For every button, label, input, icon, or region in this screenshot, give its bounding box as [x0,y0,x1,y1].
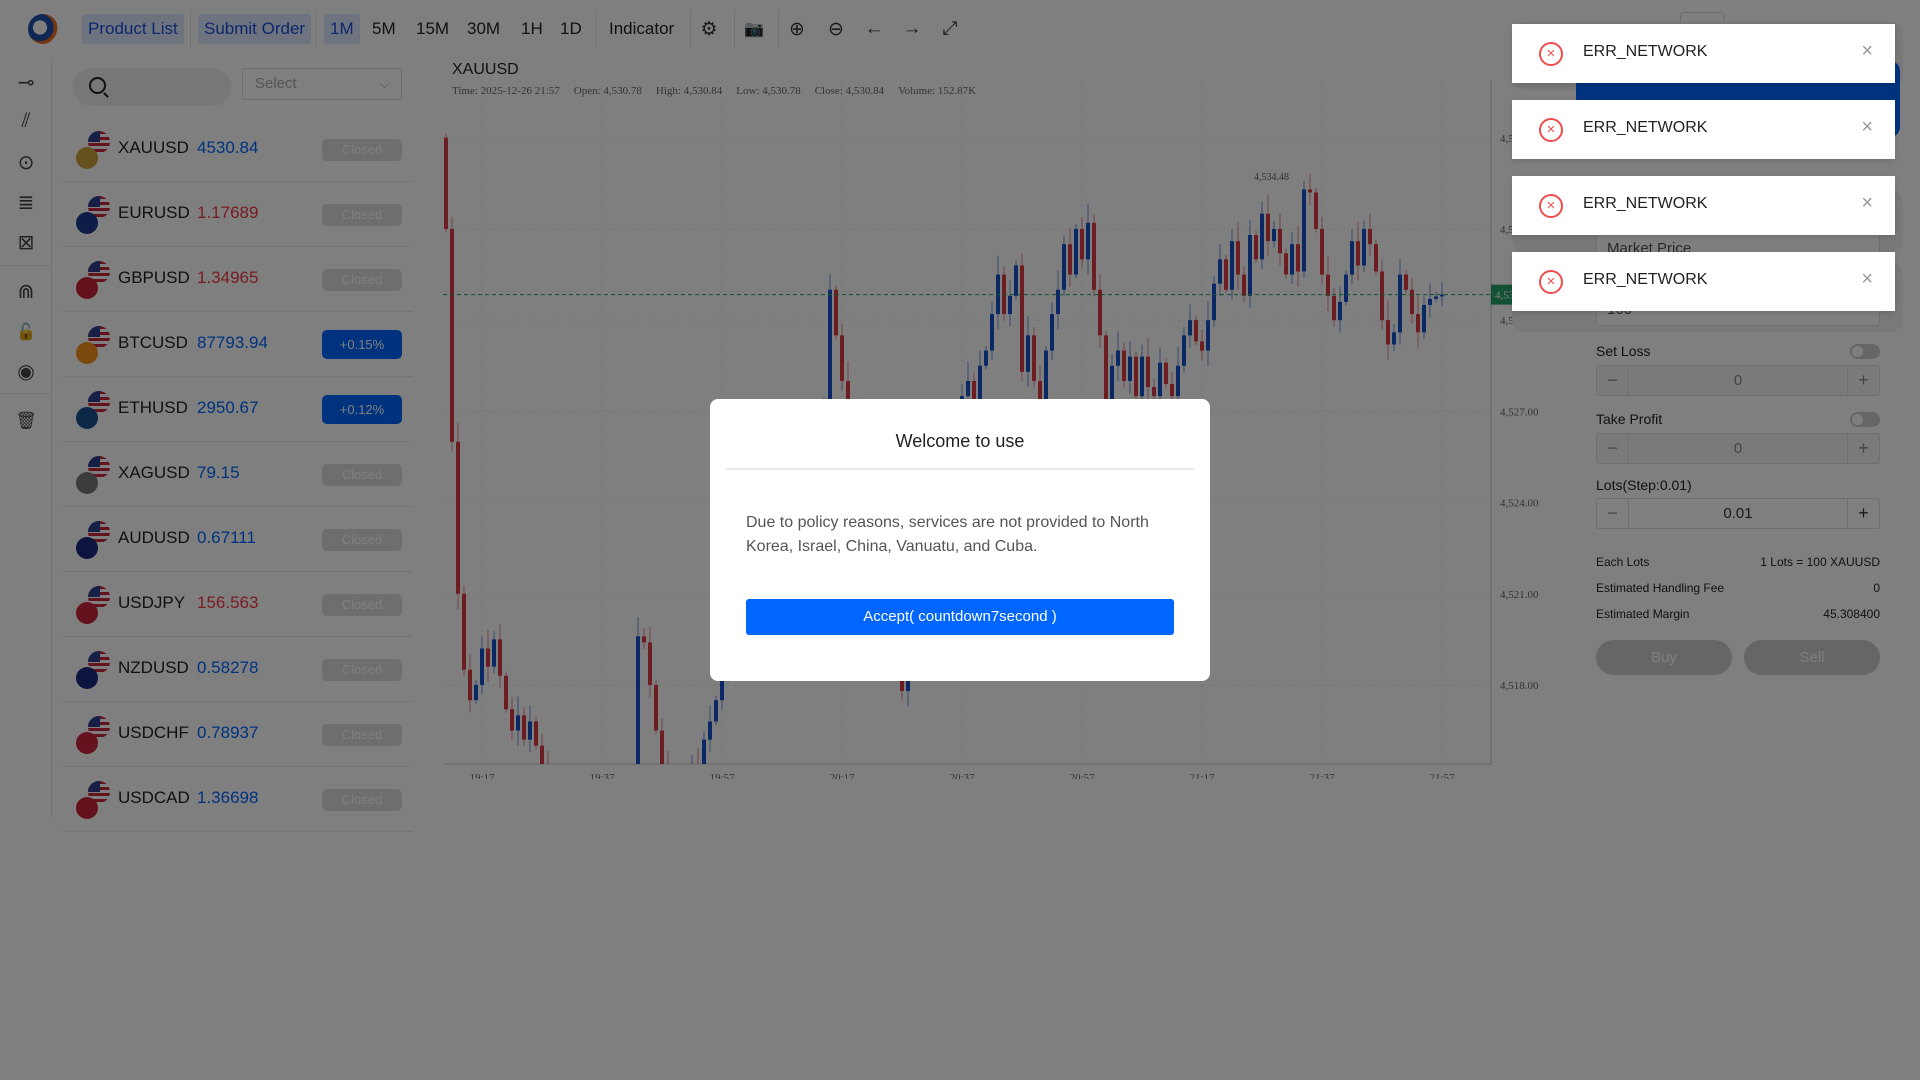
close-icon[interactable]: × [1861,268,1873,291]
close-icon[interactable]: × [1861,116,1873,139]
error-icon: × [1539,270,1563,294]
toast-message: ERR_NETWORK [1583,119,1708,136]
toast-message: ERR_NETWORK [1583,195,1708,212]
error-toast: × ERR_NETWORK × [1512,100,1895,159]
modal-divider [726,468,1194,470]
toast-message: ERR_NETWORK [1583,271,1708,288]
error-toast: × ERR_NETWORK × [1512,24,1895,83]
error-icon: × [1539,194,1563,218]
error-icon: × [1539,42,1563,66]
modal-body: Due to policy reasons, services are not … [746,514,1149,555]
accept-button[interactable]: Accept( countdown7second ) [746,599,1174,635]
error-toast: × ERR_NETWORK × [1512,252,1895,311]
close-icon[interactable]: × [1861,192,1873,215]
welcome-modal: Welcome to use Due to policy reasons, se… [710,399,1210,681]
toast-message: ERR_NETWORK [1583,43,1708,60]
modal-title: Welcome to use [895,431,1025,451]
error-icon: × [1539,118,1563,142]
close-icon[interactable]: × [1861,40,1873,63]
error-toast: × ERR_NETWORK × [1512,176,1895,235]
